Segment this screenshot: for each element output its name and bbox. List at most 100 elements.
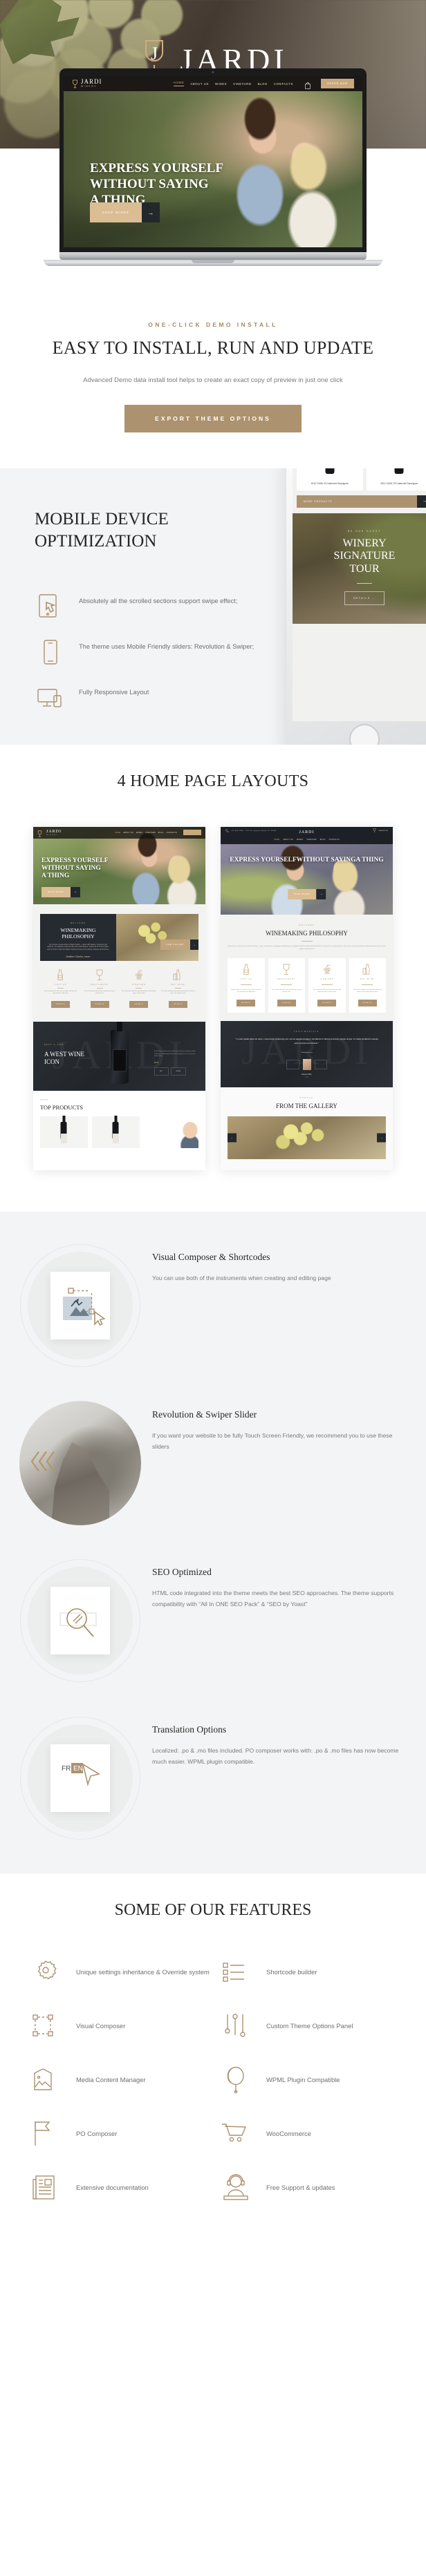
- feature-button[interactable]: DETAILS: [129, 1000, 149, 1008]
- list-item: WPML Plugin Compatible: [216, 2065, 400, 2095]
- more-products-button[interactable]: MORE PRODUCTS: [297, 495, 417, 508]
- layout-preview-1[interactable]: JARDI WINERY HOME ABOUT US WINES VINEYARD…: [33, 826, 205, 1170]
- layout2-philosophy: WELCOME WINEMAKING PHILOSOPHY Our pursui…: [221, 914, 393, 1021]
- nav-link-home[interactable]: HOME: [174, 81, 185, 86]
- feature-card[interactable]: RESTAURANT The restaurant with the best …: [82, 969, 118, 1008]
- nav-link-home[interactable]: HOME: [274, 839, 279, 841]
- nav-link-wines[interactable]: WINES: [215, 82, 227, 86]
- list-item-label: Media Content Manager: [76, 2075, 146, 2083]
- arrow-right-icon[interactable]: →: [70, 886, 80, 897]
- mobile-feature-list: Absolutely all the scrolled sections sup…: [35, 593, 256, 712]
- tablet-swipe-icon: [35, 593, 66, 620]
- promo-card[interactable]: VINTAGE WINES COLLECTION: [144, 1116, 198, 1148]
- topbar-phone[interactable]: +23 456 7890: [231, 830, 243, 832]
- feature-card[interactable]: VINEYARD The vineyards offer the most be…: [122, 969, 157, 1008]
- home-button-icon[interactable]: [349, 723, 380, 745]
- big-features-section: Visual Composer & Shortcodes You can use…: [0, 1211, 426, 1873]
- feature-button[interactable]: DETAILS: [169, 1000, 188, 1008]
- nav-link-blog[interactable]: BLOG: [258, 82, 268, 86]
- testimonial-prev-button[interactable]: ←: [286, 1059, 299, 1069]
- nav-link-home[interactable]: HOME: [115, 832, 120, 834]
- nav-link-vineyard[interactable]: VINEYARD: [233, 82, 251, 86]
- nav-link-about[interactable]: ABOUT US: [283, 839, 293, 841]
- feature-name: VISIT US: [54, 983, 67, 986]
- shop-wines-button[interactable]: SHOP WINES: [41, 886, 71, 897]
- view-gallery-button[interactable]: VIEW GALLERY: [160, 939, 190, 950]
- hero-next-arrow-icon[interactable]: →: [141, 202, 160, 222]
- mobile-optimization-section: MOBILE DEVICE OPTIMIZATION Absolutely al…: [0, 468, 426, 745]
- feature-card[interactable]: VINEYARD The vineyards offer the most be…: [308, 957, 346, 1013]
- layout1-cta-button[interactable]: [183, 830, 201, 836]
- list-item-label: Visual Composer: [76, 2021, 126, 2030]
- nav-link-about[interactable]: ABOUT US: [190, 82, 209, 86]
- feature-button[interactable]: DETAILS: [358, 999, 377, 1006]
- wine-glass-icon: [72, 79, 78, 88]
- testimonial-quote: " Lorem ipsum dolor sit amet, consectetu…: [234, 1037, 379, 1044]
- order-now-button[interactable]: ORDER NOW: [321, 79, 354, 88]
- list-item-label: Free Support & updates: [266, 2183, 335, 2191]
- feature-card[interactable]: RESTAURANT The restaurant with the best …: [268, 957, 305, 1013]
- feature-text: The vineyards offer the most beautiful a…: [313, 989, 342, 993]
- nav-link-wines[interactable]: WINES: [297, 839, 303, 841]
- layout-preview-2[interactable]: +23 456 7890 123 The Queens Road, JC 201…: [221, 826, 393, 1170]
- nav-link-contacts[interactable]: CONTACTS: [167, 832, 177, 834]
- nav-link-blog[interactable]: BLOG: [158, 832, 164, 834]
- feature-card[interactable]: BUY WINE The finest vintages and delicio…: [160, 969, 196, 1008]
- nav-link-about[interactable]: ABOUT US: [123, 832, 133, 834]
- preview-logo[interactable]: JARDI WINERY: [72, 79, 102, 88]
- nav-link-blog[interactable]: BLOG: [320, 839, 326, 841]
- feature-button[interactable]: DETAILS: [50, 1000, 70, 1008]
- gallery-image: ← →: [228, 1116, 386, 1159]
- feature-name: BUY WINE: [171, 983, 185, 986]
- philosophy-eyebrow: WELCOME: [70, 922, 86, 924]
- wine-glass-icon: [82, 969, 118, 981]
- nav-link-contacts[interactable]: CONTACTS: [329, 839, 340, 841]
- shop-wines-button[interactable]: SHOP WINES: [90, 202, 142, 222]
- feature-card[interactable]: BUY WINE The finest vintages and delicio…: [349, 957, 386, 1013]
- gallery-prev-button[interactable]: ←: [228, 1133, 237, 1143]
- tour-details-button[interactable]: DETAILS →: [344, 591, 385, 606]
- testimonial-next-button[interactable]: →: [314, 1059, 327, 1069]
- feature-button[interactable]: DETAILS: [90, 1000, 109, 1008]
- product-card[interactable]: 2012 CASK 23 Cabernet Sauvignon: [366, 468, 426, 490]
- promo-line-3: COLLECTION: [148, 1133, 177, 1138]
- more-products-arrow-icon[interactable]: →: [417, 495, 426, 508]
- feature-card[interactable]: VISIT US Come and join the tour in our c…: [43, 969, 78, 1008]
- feature-button[interactable]: DETAILS: [237, 999, 256, 1006]
- person-photo: [179, 1121, 198, 1148]
- arrow-right-icon[interactable]: →: [316, 888, 326, 899]
- feature-button[interactable]: DETAILS: [317, 999, 337, 1006]
- nav-link-vineyard[interactable]: VINEYARD: [306, 839, 316, 841]
- list-item: Media Content Manager: [26, 2065, 210, 2095]
- top-products-title: TOP PRODUCTS: [40, 1103, 84, 1111]
- topbar-address: 123 The Queens Road, JC 20154: [246, 830, 277, 832]
- wine-buy-button[interactable]: BUY: [154, 1067, 169, 1076]
- product-card[interactable]: [40, 1116, 88, 1148]
- shop-wines-button[interactable]: SHOP WINES: [287, 888, 317, 899]
- list-item-label: WooCommerce: [266, 2129, 311, 2137]
- order-now-button[interactable]: ORDER NOW: [378, 830, 388, 832]
- list-item-label: WPML Plugin Compatible: [266, 2075, 340, 2083]
- shopping-bag-icon[interactable]: [305, 80, 311, 89]
- arrow-right-icon[interactable]: →: [190, 939, 198, 950]
- export-theme-options-button[interactable]: EXPORT THEME OPTIONS: [124, 404, 302, 432]
- wine-more-button[interactable]: MORE: [170, 1067, 187, 1076]
- nav-link-vineyard[interactable]: VINEYARD: [145, 832, 155, 834]
- gallery-next-button[interactable]: →: [377, 1133, 386, 1143]
- feature-name: RESTAURANT: [277, 977, 296, 980]
- phone-mockup: 2012 CASK 23 Cabernet Sauvignon 2012 CAS…: [286, 468, 426, 745]
- nav-link-contacts[interactable]: CONTACTS: [274, 82, 293, 86]
- layout1-hero-title: EXPRESS YOURSELF WITHOUT SAYING A THING: [41, 857, 109, 880]
- list-item: Visual Composer: [26, 2011, 210, 2041]
- some-features-heading: SOME OF OUR FEATURES: [114, 1900, 312, 1919]
- layout1-logo-name: JARDI: [46, 829, 62, 834]
- product-card[interactable]: 2012 CASK 23 Cabernet Sauvignon: [297, 468, 363, 490]
- feature-button[interactable]: DETAILS: [277, 999, 296, 1006]
- nav-link-wines[interactable]: WINES: [136, 832, 142, 834]
- feature-card[interactable]: VISIT US Come and join the tour in our c…: [228, 957, 265, 1013]
- product-card[interactable]: [91, 1116, 140, 1148]
- globe-icon: [216, 2065, 255, 2095]
- feature-block-seo: SEO Optimized HTML code integrated into …: [0, 1558, 426, 1683]
- preview-hero: EXPRESS YOURSELF WITHOUT SAYING A THING …: [64, 91, 362, 247]
- philosophy-title: WINEMAKING PHILOSOPHY: [266, 929, 348, 937]
